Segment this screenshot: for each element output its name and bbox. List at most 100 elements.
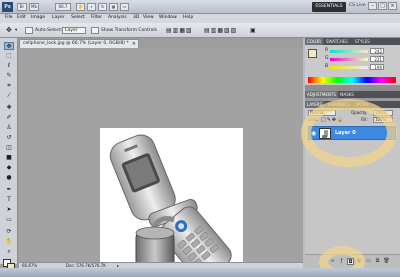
delete-layer-icon[interactable]: 🗑 [383, 258, 390, 265]
eraser-tool-icon[interactable]: ◫ [4, 144, 14, 152]
opacity-field[interactable]: 100% [373, 110, 393, 116]
menu-filter[interactable]: Filter [91, 15, 102, 20]
minimize-button[interactable]: – [368, 2, 377, 10]
menu-layer[interactable]: Layer [52, 15, 65, 20]
arrange-documents-icon[interactable]: ▦ [109, 3, 118, 11]
align-buttons-icon[interactable]: ▤▥▦▧ [166, 27, 193, 34]
dodge-tool-icon[interactable]: ● [4, 174, 14, 182]
zoom-tool-icon[interactable]: ⌕ [87, 3, 96, 11]
tools-panel: ✥ ⬚ ℓ ✎ ⌗ ⁄ ✚ ✐ ♙ ↺ ◫ ■ ◆ ● ✒ T ➤ ▭ ⟳ ✋ … [0, 38, 18, 271]
tab-masks[interactable]: MASKS [338, 91, 356, 98]
green-slider[interactable] [330, 58, 368, 61]
clone-stamp-tool-icon[interactable]: ♙ [4, 124, 14, 132]
show-transform-checkbox[interactable] [91, 27, 99, 34]
menu-help[interactable]: Help [183, 15, 193, 20]
workspace-switcher[interactable]: ESSENTIALS [312, 2, 346, 12]
lock-options-icon[interactable]: □✎✥🔒 [321, 117, 344, 124]
menu-view[interactable]: View [143, 15, 154, 20]
menu-3d[interactable]: 3D [133, 15, 139, 20]
auto-select-label: Auto-Select: [35, 28, 63, 33]
new-layer-icon[interactable]: ⧉ [374, 258, 381, 265]
zoom-level-dropdown[interactable]: 66.7 [55, 3, 71, 11]
crop-tool-icon[interactable]: ⌗ [4, 82, 14, 90]
document-canvas[interactable] [100, 128, 243, 277]
zoom-tool-icon[interactable]: ⌕ [4, 248, 14, 256]
layers-panel: Normal Opacity: 100% Lock: □✎✥🔒 Fill: 10… [305, 108, 400, 268]
blue-slider[interactable] [330, 66, 368, 69]
healing-brush-tool-icon[interactable]: ✚ [4, 104, 14, 112]
menu-analysis[interactable]: Analysis [108, 15, 127, 20]
hand-tool-icon[interactable]: ✋ [76, 3, 85, 11]
mini-bridge-button[interactable]: Mb [29, 3, 39, 11]
close-icon[interactable]: × [132, 40, 136, 48]
path-selection-tool-icon[interactable]: ➤ [4, 206, 14, 214]
3d-rotate-tool-icon[interactable]: ⟳ [4, 228, 14, 236]
adjustment-layer-icon[interactable]: ◐ [356, 258, 363, 265]
close-button[interactable]: × [388, 2, 397, 10]
gradient-tool-icon[interactable]: ■ [4, 154, 14, 162]
history-brush-tool-icon[interactable]: ↺ [4, 134, 14, 142]
tab-adjustments[interactable]: ADJUSTMENTS [305, 91, 338, 98]
red-slider[interactable] [330, 50, 368, 53]
maximize-button[interactable]: □ [378, 2, 387, 10]
layer-thumbnail [319, 128, 331, 139]
move-tool-icon[interactable]: ✥ [4, 42, 14, 50]
red-label: R [325, 48, 329, 53]
blur-tool-icon[interactable]: ◆ [4, 164, 14, 172]
blue-label: B [325, 64, 329, 69]
menu-file[interactable]: File [5, 15, 13, 20]
photoshop-logo: Ps [2, 2, 13, 12]
tab-layers[interactable]: LAYERS [305, 101, 325, 108]
quick-select-tool-icon[interactable]: ✎ [4, 72, 14, 80]
blue-value[interactable]: 196 [370, 64, 384, 70]
blend-mode-dropdown[interactable]: Normal [308, 110, 336, 116]
red-value[interactable]: 242 [370, 48, 384, 54]
eye-icon[interactable]: ◉ [311, 130, 316, 137]
canvas-area[interactable] [19, 48, 303, 277]
green-value[interactable]: 231 [370, 56, 384, 62]
bridge-button[interactable]: Br [17, 3, 27, 11]
menu-select[interactable]: Select [71, 15, 85, 20]
color-spectrum[interactable] [308, 77, 396, 83]
menu-image[interactable]: Image [31, 15, 45, 20]
auto-align-icon[interactable]: ▣ [250, 27, 256, 34]
add-mask-icon[interactable]: ◘ [347, 258, 354, 265]
cellphone-image [109, 134, 232, 277]
fill-field[interactable]: 100% [373, 117, 393, 123]
foreground-color-swatch[interactable] [308, 49, 317, 58]
document-tab[interactable]: cellphone_lock.jpg @ 66.7% (Layer 0, RGB… [19, 39, 139, 48]
screen-mode-icon[interactable]: ▭ [120, 3, 129, 11]
lock-label: Lock: [308, 117, 319, 122]
layer-row[interactable]: ◉ Layer 0 [308, 126, 396, 140]
shape-tool-icon[interactable]: ▭ [4, 216, 14, 224]
tab-styles[interactable]: STYLES [353, 38, 372, 45]
tab-swatches[interactable]: SWATCHES [324, 38, 350, 45]
hand-tool-icon[interactable]: ✋ [4, 238, 14, 246]
layer-name[interactable]: Layer 0 [335, 130, 356, 136]
layer-style-icon[interactable]: ƒ [338, 258, 345, 265]
auto-select-checkbox[interactable] [25, 27, 33, 34]
show-transform-label: Show Transform Controls [101, 28, 157, 33]
color-panel: R 242 G 231 B 196 [305, 45, 400, 85]
marquee-tool-icon[interactable]: ⬚ [4, 52, 14, 60]
cs-live-button[interactable]: CS Live [349, 3, 366, 8]
opacity-label: Opacity: [351, 110, 368, 115]
menu-window[interactable]: Window [159, 15, 177, 20]
menu-edit[interactable]: Edit [17, 15, 26, 20]
type-tool-icon[interactable]: T [4, 196, 14, 204]
chevron-down-icon[interactable]: ▾ [15, 27, 17, 34]
auto-select-dropdown[interactable]: Layer [62, 27, 86, 34]
eyedropper-tool-icon[interactable]: ⁄ [4, 92, 14, 100]
menu-bar: File Edit Image Layer Select Filter Anal… [0, 14, 400, 23]
distribute-buttons-icon[interactable]: ▤▥▦▧▨ [204, 27, 237, 34]
tab-color[interactable]: COLOR [305, 38, 323, 45]
tab-paths[interactable]: PATHS [354, 101, 371, 108]
rotate-view-icon[interactable]: ↻ [98, 3, 107, 11]
lasso-tool-icon[interactable]: ℓ [4, 62, 14, 70]
brush-tool-icon[interactable]: ✐ [4, 114, 14, 122]
move-tool-preset-icon[interactable]: ✥ [6, 27, 12, 34]
tab-channels[interactable]: CHANNELS [326, 101, 352, 108]
link-layers-icon[interactable]: ∞ [329, 258, 336, 265]
new-group-icon[interactable]: ▭ [365, 258, 372, 265]
pen-tool-icon[interactable]: ✒ [4, 186, 14, 194]
